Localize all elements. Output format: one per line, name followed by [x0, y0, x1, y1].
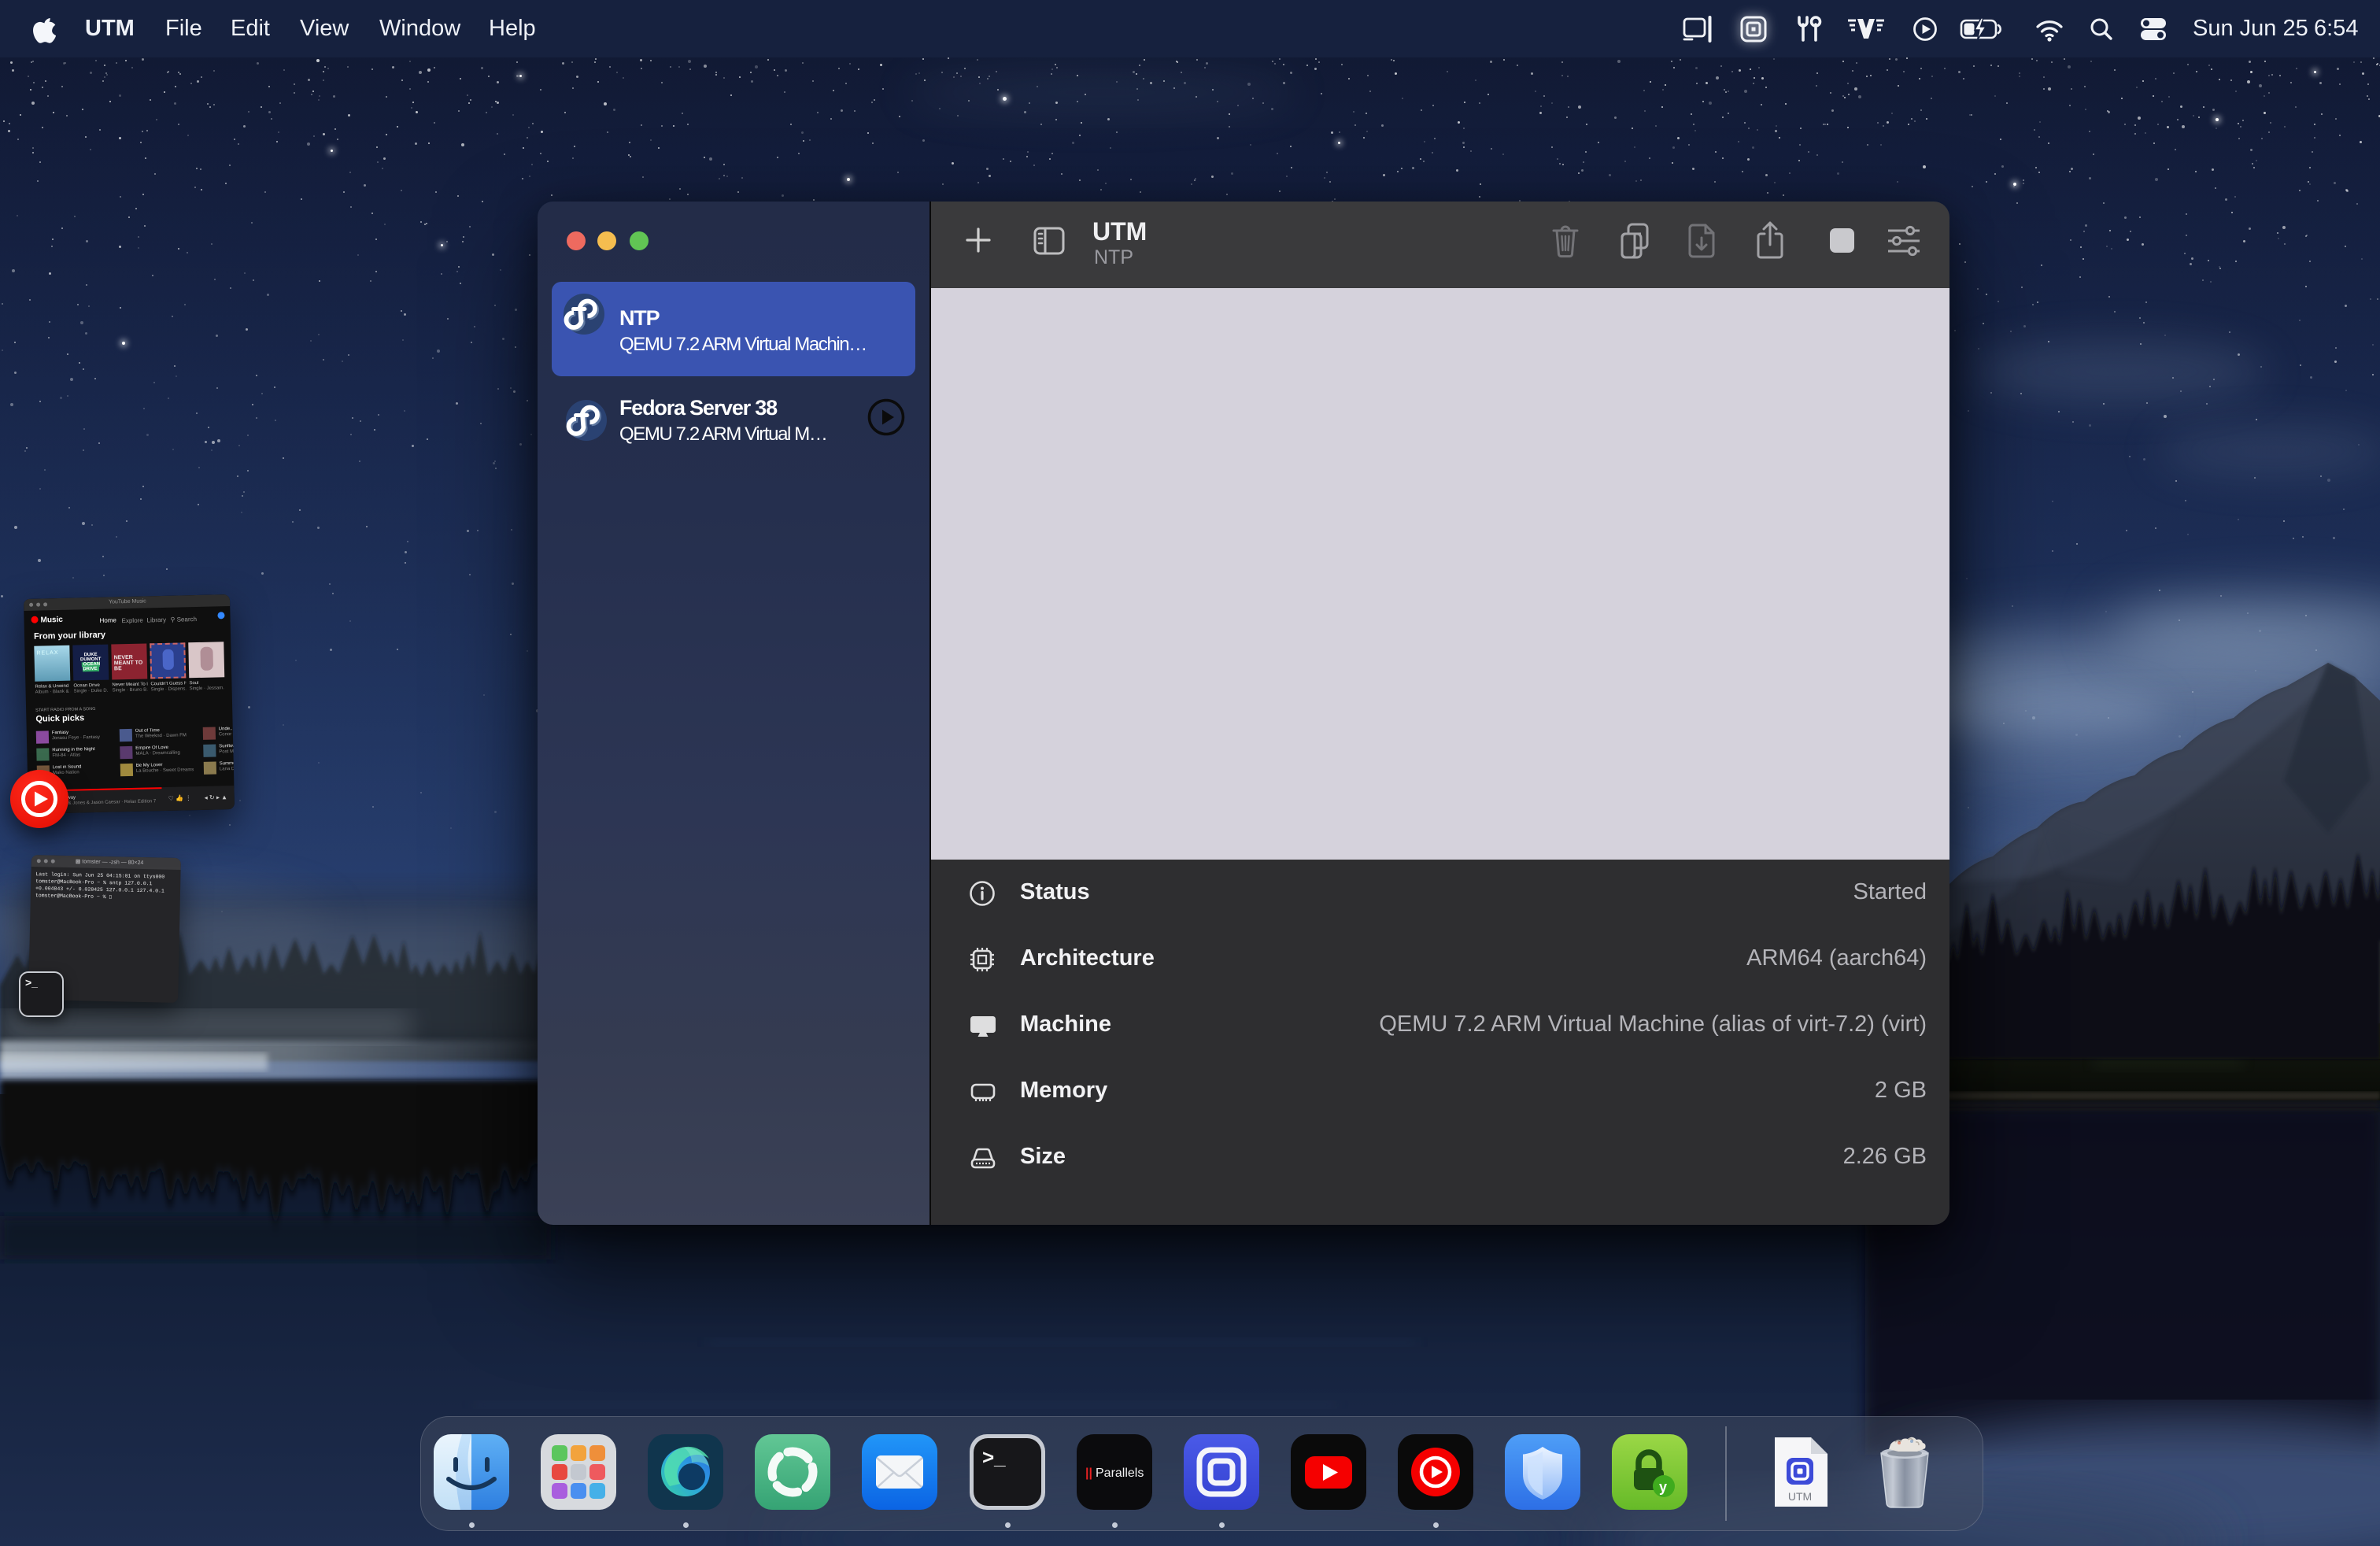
svg-text:UTM: UTM — [1788, 1490, 1812, 1503]
svg-text:y: y — [1659, 1479, 1667, 1495]
svg-text:>_: >_ — [982, 1445, 1006, 1469]
svg-text:Parallels: Parallels — [1096, 1466, 1144, 1480]
svg-text:||: || — [1085, 1466, 1092, 1480]
